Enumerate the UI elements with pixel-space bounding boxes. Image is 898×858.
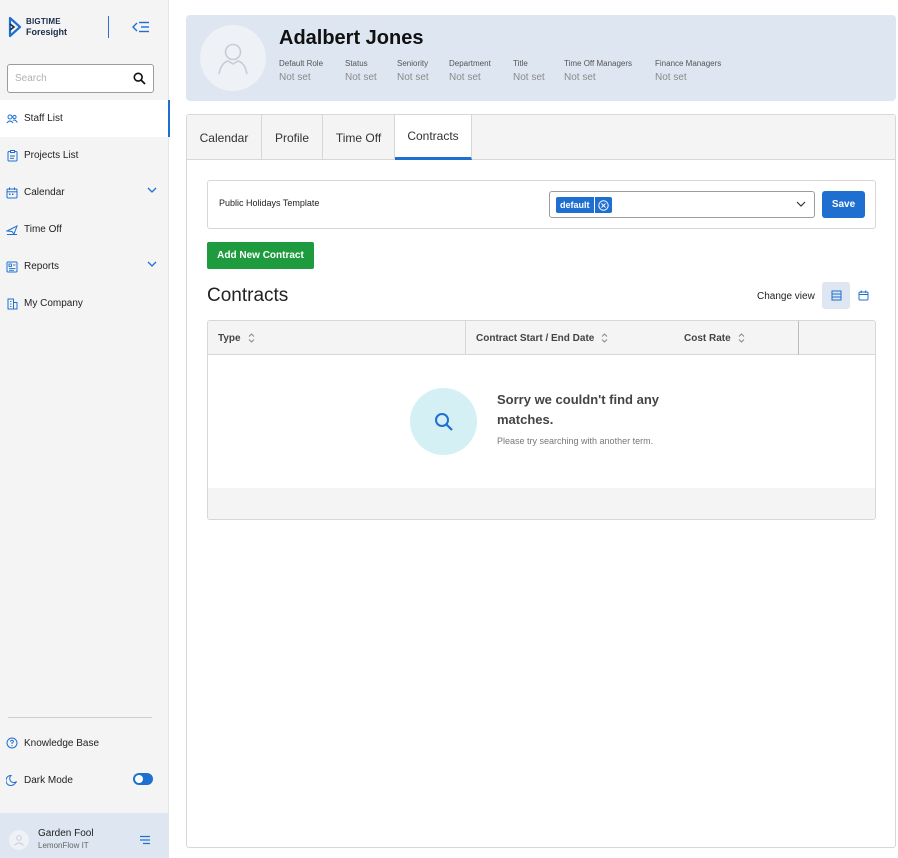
menu-icon[interactable] bbox=[139, 835, 151, 845]
close-circle-icon bbox=[597, 199, 609, 211]
logo-divider bbox=[108, 16, 109, 38]
sort-icon bbox=[738, 333, 745, 343]
sort-icon bbox=[602, 333, 608, 343]
sidebar-item-label: Staff List bbox=[24, 113, 63, 124]
column-contract-dates[interactable]: Contract Start / End Date bbox=[476, 321, 608, 355]
sidebar-item-label: My Company bbox=[24, 298, 83, 309]
sort-icon bbox=[248, 333, 254, 343]
user-org: LemonFlow IT bbox=[38, 841, 89, 850]
contracts-table: Type Contract Start / End Date Cost Rate… bbox=[207, 320, 876, 520]
calendar-icon bbox=[6, 187, 18, 199]
logo-line2: Foresight bbox=[26, 27, 68, 37]
clipboard-icon bbox=[6, 149, 18, 162]
contracts-heading: Contracts bbox=[207, 285, 289, 306]
moon-icon bbox=[6, 774, 18, 786]
dark-mode-row: Dark Mode bbox=[6, 771, 73, 789]
column-divider bbox=[798, 321, 799, 355]
sidebar-item-my-company[interactable]: My Company bbox=[0, 285, 169, 322]
empty-state-badge bbox=[410, 388, 477, 455]
chevron-down-icon[interactable] bbox=[147, 187, 157, 193]
tab-time-off[interactable]: Time Off bbox=[323, 115, 395, 160]
collapse-sidebar-button[interactable] bbox=[131, 18, 151, 36]
user-name: Garden Fool bbox=[38, 828, 94, 839]
public-holidays-select[interactable]: default bbox=[549, 191, 815, 218]
calendar-icon bbox=[858, 290, 868, 301]
meta-seniority: Seniority Not set bbox=[397, 59, 429, 83]
chevron-down-icon bbox=[796, 201, 806, 207]
sidebar-item-label: Reports bbox=[24, 261, 60, 272]
table-header: Type Contract Start / End Date Cost Rate bbox=[208, 321, 875, 355]
list-view-button[interactable] bbox=[822, 282, 850, 309]
sidebar-item-label: Projects List bbox=[24, 150, 79, 161]
main-panel: Calendar Profile Time Off Contracts Publ… bbox=[186, 114, 896, 848]
avatar bbox=[9, 830, 29, 850]
dark-mode-toggle[interactable] bbox=[133, 773, 153, 785]
search-input[interactable] bbox=[15, 73, 130, 84]
sidebar-item-label: Time Off bbox=[24, 224, 62, 235]
user-placeholder-icon bbox=[218, 43, 248, 75]
meta-title: Title Not set bbox=[513, 59, 545, 83]
empty-state-title: Sorry we couldn't find any matches. bbox=[497, 392, 659, 427]
meta-status: Status Not set bbox=[345, 59, 377, 83]
profile-avatar[interactable] bbox=[200, 25, 266, 91]
dark-mode-label: Dark Mode bbox=[24, 774, 73, 786]
add-new-contract-button[interactable]: Add New Contract bbox=[207, 242, 314, 269]
meta-department: Department Not set bbox=[449, 59, 491, 83]
remove-chip-button[interactable] bbox=[593, 197, 612, 213]
knowledge-base-link[interactable]: Knowledge Base bbox=[6, 734, 99, 752]
collapse-menu-icon bbox=[132, 21, 149, 33]
user-placeholder-icon bbox=[14, 835, 24, 846]
sidebar-item-time-off[interactable]: Time Off bbox=[0, 211, 169, 248]
logo[interactable]: BIGTIME Foresight bbox=[8, 16, 67, 38]
logo-line1: BIGTIME bbox=[26, 17, 61, 26]
tab-calendar[interactable]: Calendar bbox=[187, 115, 262, 160]
column-divider bbox=[465, 321, 466, 355]
save-button[interactable]: Save bbox=[822, 191, 865, 218]
table-footer bbox=[208, 488, 875, 519]
help-circle-icon bbox=[6, 737, 18, 749]
sidebar-item-staff-list[interactable]: Staff List bbox=[0, 100, 170, 137]
users-icon bbox=[6, 113, 18, 125]
public-holidays-section: Public Holidays Template default Save bbox=[207, 180, 876, 229]
calendar-view-button[interactable] bbox=[853, 282, 873, 309]
sidebar-item-calendar[interactable]: Calendar bbox=[0, 174, 169, 211]
search-icon bbox=[434, 412, 453, 431]
sidebar: BIGTIME Foresight Staff List bbox=[0, 0, 170, 858]
sidebar-item-projects-list[interactable]: Projects List bbox=[0, 137, 169, 174]
search-icon[interactable] bbox=[133, 72, 146, 85]
meta-time-off-managers: Time Off Managers Not set bbox=[564, 59, 633, 83]
plane-icon bbox=[6, 224, 18, 236]
tab-profile[interactable]: Profile bbox=[262, 115, 323, 160]
column-type[interactable]: Type bbox=[218, 321, 255, 355]
sidebar-item-label: Calendar bbox=[24, 187, 65, 198]
column-cost-rate[interactable]: Cost Rate bbox=[684, 321, 745, 355]
knowledge-base-label: Knowledge Base bbox=[24, 737, 100, 749]
tab-contracts[interactable]: Contracts bbox=[395, 115, 472, 160]
change-view-label: Change view bbox=[757, 291, 815, 302]
chevron-down-icon[interactable] bbox=[147, 261, 157, 267]
public-holidays-label: Public Holidays Template bbox=[219, 198, 320, 208]
sidebar-item-reports[interactable]: Reports bbox=[0, 248, 169, 285]
list-view-icon bbox=[831, 290, 841, 301]
sidebar-divider bbox=[8, 717, 152, 718]
sidebar-nav: Staff List Projects List Calendar Time O… bbox=[0, 100, 170, 322]
selected-template-chip: default bbox=[556, 197, 612, 213]
chip-label: default bbox=[556, 197, 594, 213]
building-icon bbox=[6, 298, 18, 310]
empty-state-subtitle: Please try searching with another term. bbox=[497, 436, 654, 446]
meta-default-role: Default Role Not set bbox=[279, 59, 324, 83]
empty-state: Sorry we couldn't find any matches. Plea… bbox=[208, 355, 875, 488]
profile-header: Adalbert Jones Default Role Not set Statu… bbox=[186, 15, 896, 101]
reports-icon bbox=[6, 261, 18, 273]
meta-finance-managers: Finance Managers Not set bbox=[655, 59, 722, 83]
bigtime-logo-icon bbox=[8, 16, 22, 38]
page-title: Adalbert Jones bbox=[279, 27, 424, 49]
sidebar-search bbox=[7, 64, 154, 93]
tab-bar: Calendar Profile Time Off Contracts bbox=[187, 115, 895, 160]
user-bar[interactable]: Garden Fool LemonFlow IT bbox=[0, 813, 169, 858]
